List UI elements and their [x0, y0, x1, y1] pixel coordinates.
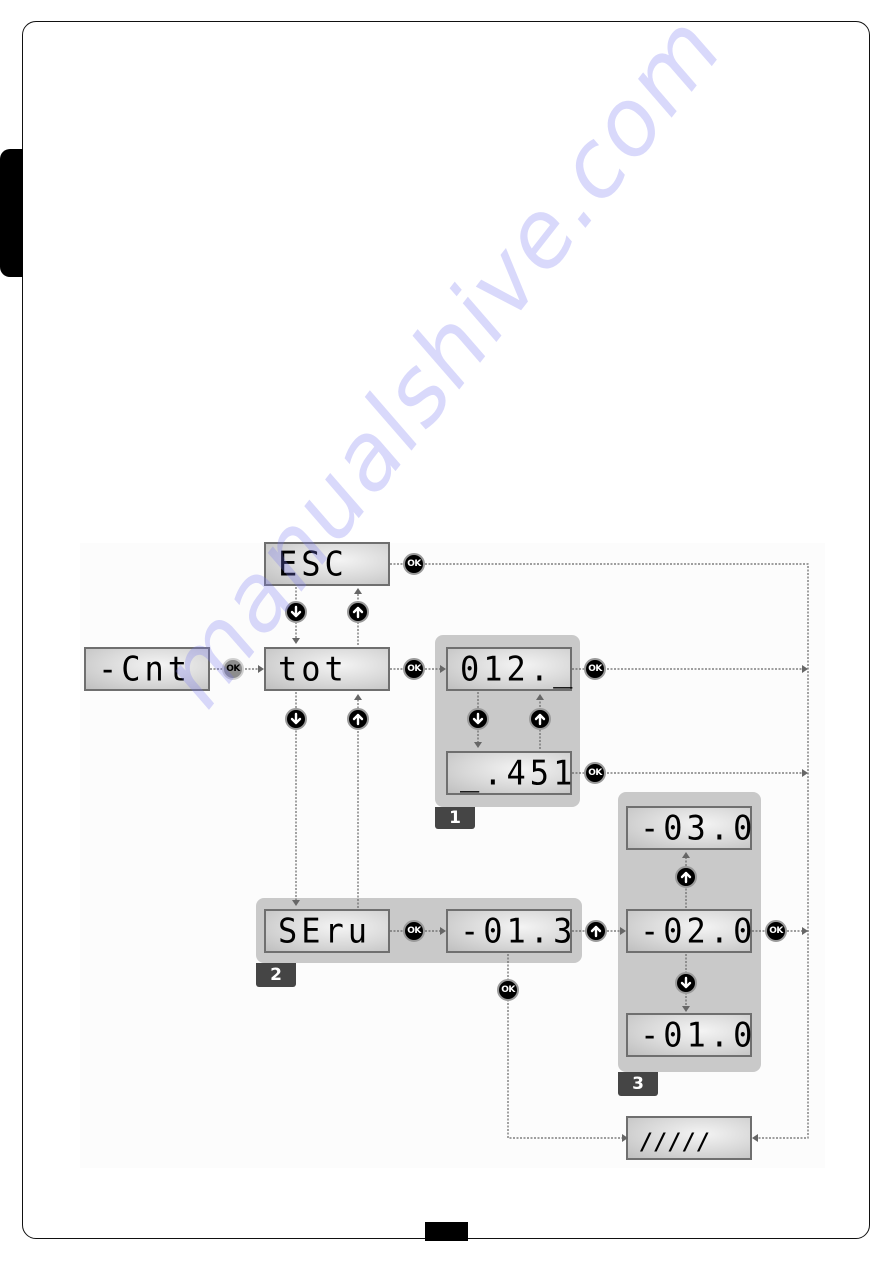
arrowhead	[536, 694, 544, 700]
arrow-up-icon	[534, 713, 546, 726]
up-button[interactable]	[347, 708, 369, 730]
arrowhead	[354, 588, 362, 594]
arrowhead	[682, 852, 690, 858]
ok-button[interactable]: OK	[765, 920, 787, 942]
ok-button[interactable]: OK	[403, 553, 425, 575]
up-button[interactable]	[675, 866, 697, 888]
down-button[interactable]	[285, 601, 307, 623]
arrowhead	[354, 694, 362, 700]
arrow-up-icon	[680, 871, 692, 884]
up-button[interactable]	[585, 920, 607, 942]
arrow-up-icon	[352, 606, 364, 619]
down-button[interactable]	[467, 708, 489, 730]
down-button[interactable]	[285, 708, 307, 730]
arrow-down-icon	[472, 712, 484, 725]
ok-button[interactable]: OK	[584, 762, 606, 784]
arrowhead	[474, 742, 482, 748]
arrowhead	[258, 665, 264, 673]
arrowhead	[292, 638, 300, 644]
up-button[interactable]	[347, 601, 369, 623]
arrow-down-icon	[680, 976, 692, 989]
connector-value-exit	[507, 954, 622, 1139]
arrowhead	[292, 900, 300, 906]
down-button[interactable]	[675, 972, 697, 994]
arrowhead	[440, 927, 446, 935]
ok-button[interactable]: OK	[497, 979, 519, 1001]
ok-button[interactable]: OK	[222, 658, 244, 680]
arrow-up-icon	[352, 713, 364, 726]
arrowhead	[752, 1134, 758, 1142]
arrowhead	[620, 927, 626, 935]
arrow-down-icon	[290, 712, 302, 725]
connector-esc-rail	[390, 563, 809, 1139]
connector-lines	[210, 563, 809, 1142]
arrowhead	[802, 665, 808, 673]
arrow-up-icon	[590, 925, 602, 938]
arrow-down-icon	[290, 605, 302, 618]
ok-button[interactable]: OK	[584, 658, 606, 680]
arrowhead	[440, 665, 446, 673]
arrowhead	[622, 1134, 628, 1142]
arrowhead	[682, 1006, 690, 1012]
ok-button[interactable]: OK	[403, 920, 425, 942]
up-button[interactable]	[529, 708, 551, 730]
arrowhead	[802, 769, 808, 777]
ok-button[interactable]: OK	[403, 658, 425, 680]
arrowhead	[802, 927, 808, 935]
